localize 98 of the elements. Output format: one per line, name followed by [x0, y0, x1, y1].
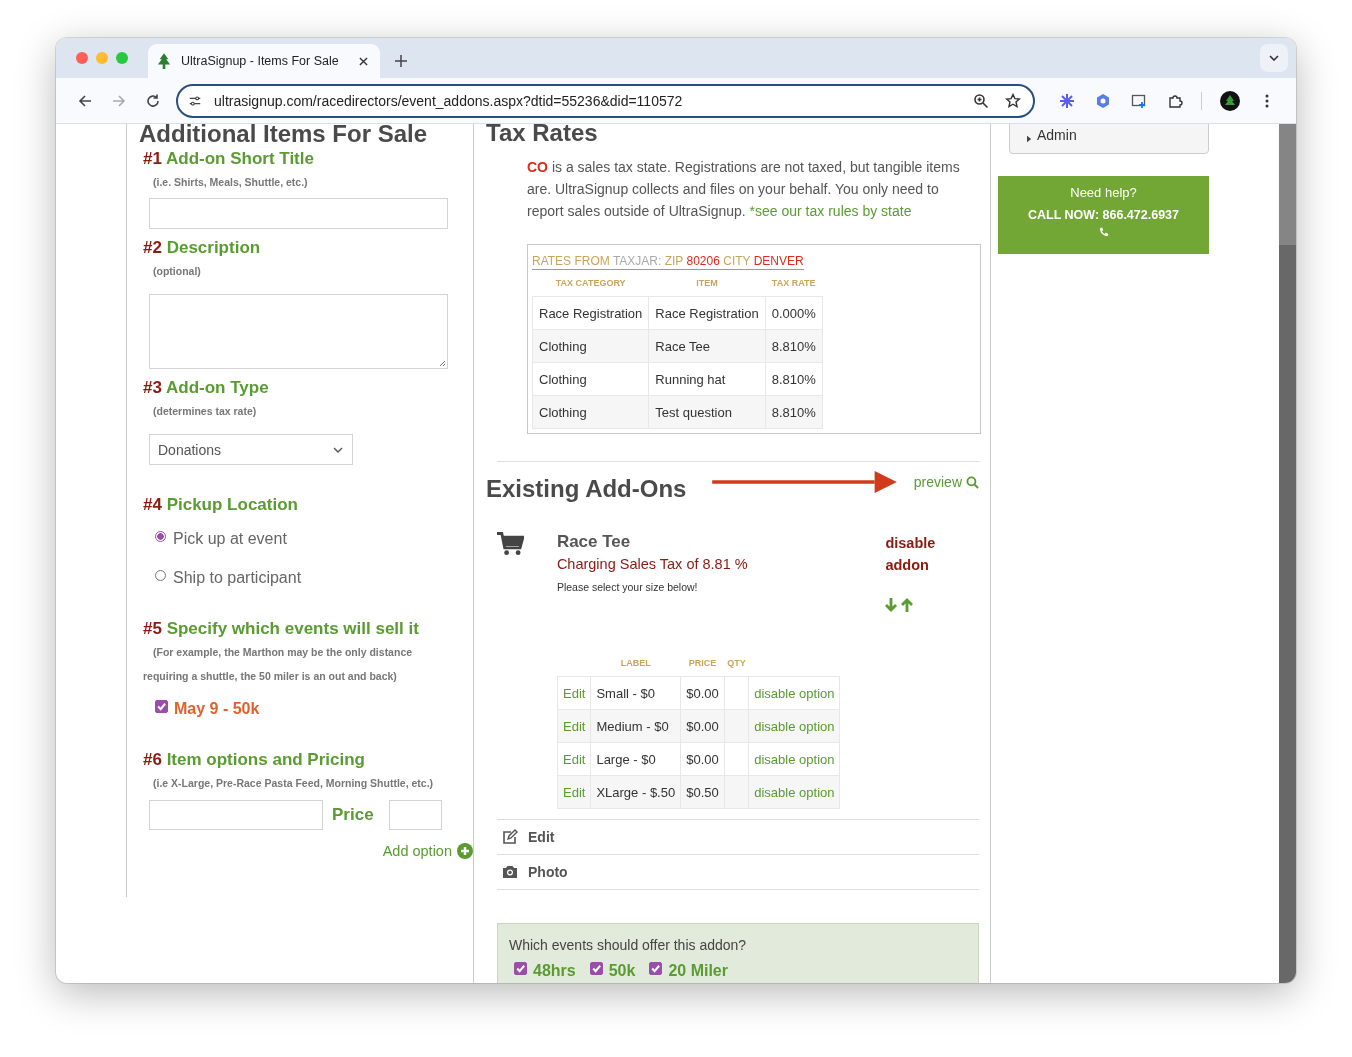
step-hint: (For example, the Marthon may be the only distance requiring a shuttle, the 50 miler is an out and back)	[143, 645, 414, 684]
table-cell: 8.810%	[765, 395, 823, 429]
reload-icon[interactable]	[145, 92, 161, 109]
cart-icon	[497, 531, 524, 557]
checkbox[interactable]	[514, 961, 527, 975]
chevron-down-icon[interactable]	[1269, 55, 1279, 61]
move-up-icon[interactable]	[901, 598, 914, 612]
event-label: May 9 - 50k	[174, 700, 260, 718]
table-cell: Race Tee	[648, 329, 766, 363]
table-cell: Large - $0	[590, 742, 681, 776]
checkbox[interactable]	[589, 961, 603, 975]
table-cell: Test question	[648, 395, 766, 429]
step-title: #6 Item options and Pricing	[143, 749, 366, 771]
table-cell: Clothing	[532, 329, 649, 363]
tax-intro: CO is a sales tax state. Registrations are not taxed, but tangible items are. UltraSignup collects and files on your behalf. You only need to report sales outside of UltraSignup. *see our tax rules by state	[527, 158, 961, 221]
event-label: 48hrs	[533, 962, 576, 980]
move-down-icon[interactable]	[885, 598, 898, 612]
step-title: #2 Description	[143, 237, 262, 259]
column-header: QTY	[727, 658, 746, 668]
step-title: #1 Add-on Short Title	[143, 148, 315, 170]
table-cell: $0.00	[680, 742, 725, 776]
table-cell: Clothing	[532, 395, 649, 429]
zoom-icon[interactable]	[973, 92, 989, 109]
edit-icon[interactable]	[502, 829, 518, 845]
title-input[interactable]	[149, 198, 448, 229]
table-cell: Race Registration	[648, 296, 766, 330]
step-hint: (determines tax rate)	[153, 404, 258, 418]
tax-rules-link[interactable]: *see our tax rules by state	[749, 203, 912, 219]
table-cell: $0.00	[680, 676, 725, 710]
address-bar[interactable]: ultrasignup.com/racedirectors/event_addons.aspx?dtid=55236&did=110572	[176, 83, 1035, 118]
table-cell: 0.000%	[765, 296, 823, 330]
page-heading: Additional Items For Sale	[139, 124, 429, 148]
addon-name: Race Tee	[556, 532, 632, 552]
checkbox[interactable]	[155, 699, 168, 713]
column-header: PRICE	[688, 658, 717, 668]
checkbox[interactable]	[649, 961, 663, 975]
column-header: LABEL	[620, 658, 651, 668]
table-cell: Medium - $0	[590, 709, 681, 743]
step-hint: (i.e X-Large, Pre-Race Pasta Feed, Morning Shuttle, etc.)	[153, 776, 435, 790]
site-settings-icon[interactable]	[188, 93, 202, 108]
scrollbar[interactable]	[1279, 124, 1296, 983]
chevron-down-icon	[333, 446, 343, 453]
price-label: Price	[332, 805, 374, 825]
column-header: ITEM	[696, 278, 718, 288]
caret-icon	[1027, 135, 1032, 143]
type-dropdown[interactable]: Donations	[149, 434, 353, 465]
help-phone: CALL NOW: 866.472.6937	[1027, 208, 1180, 222]
tree-icon	[157, 53, 171, 69]
table-cell: Small - $0	[590, 676, 681, 710]
step-title: #4 Pickup Location	[143, 494, 299, 516]
step-hint: (i.e. Shirts, Meals, Shuttle, etc.)	[153, 175, 309, 189]
events-question: Which events should offer this addon?	[509, 937, 748, 953]
camera-icon[interactable]	[502, 864, 518, 880]
radio-label: Ship to participant	[173, 569, 302, 587]
table-cell: Clothing	[532, 362, 649, 396]
disable-addon-link[interactable]: disable addon	[885, 532, 956, 576]
addon-action-link[interactable]: Photo	[528, 864, 568, 880]
radio-button[interactable]	[155, 569, 166, 581]
preview-link[interactable]: preview	[913, 474, 979, 490]
column-header: TAX CATEGORY	[555, 278, 626, 288]
step-title: #3 Add-on Type	[143, 377, 270, 399]
step-hint: (optional)	[153, 264, 202, 278]
bookmark-star-icon[interactable]	[1005, 92, 1021, 109]
column-header: TAX RATE	[771, 278, 816, 288]
asterisk-extension-icon[interactable]	[1059, 92, 1075, 109]
hexagon-extension-icon[interactable]	[1095, 92, 1111, 109]
radio-button[interactable]	[155, 530, 166, 542]
addon-action-link[interactable]: Edit	[528, 829, 555, 845]
event-label: 50k	[608, 962, 636, 980]
browser-tab[interactable]: UltraSignup - Items For Sale	[148, 44, 380, 78]
rates-source: RATES FROM TAXJAR: ZIP 80206 CITY DENVER	[532, 253, 804, 270]
event-label: 20 Miler	[668, 962, 728, 980]
search-icon	[966, 475, 979, 489]
tax-heading: Tax Rates	[486, 124, 599, 147]
addons-heading: Existing Add-Ons	[486, 475, 687, 503]
admin-menu-item[interactable]: Admin	[1009, 124, 1209, 154]
window-extension-icon[interactable]	[1131, 92, 1147, 109]
table-cell: 8.810%	[765, 362, 823, 396]
addon-description: Please select your size below!	[556, 580, 699, 595]
add-option-link[interactable]: Add option	[382, 843, 473, 859]
radio-label: Pick up at event	[173, 530, 287, 548]
table-cell: Running hat	[648, 362, 766, 396]
table-cell: XLarge - $.50	[590, 775, 681, 809]
plus-circle-icon	[457, 843, 473, 859]
back-icon[interactable]	[77, 92, 93, 109]
phone-icon	[1098, 227, 1109, 237]
price-input[interactable]	[388, 800, 442, 830]
table-cell: Race Registration	[532, 296, 649, 330]
resize-grip-icon[interactable]	[438, 359, 446, 367]
close-tab-icon[interactable]	[359, 56, 368, 66]
tax-note: Charging Sales Tax of 8.81 %	[556, 555, 749, 574]
puzzle-icon[interactable]	[1167, 92, 1183, 109]
new-tab-icon[interactable]	[395, 55, 407, 67]
profile-avatar[interactable]	[1220, 90, 1240, 111]
help-title: Need help?	[1069, 186, 1138, 200]
option-input[interactable]	[149, 800, 323, 830]
step-title: #5 Specify which events will sell it	[143, 618, 420, 640]
table-cell: 8.810%	[765, 329, 823, 363]
